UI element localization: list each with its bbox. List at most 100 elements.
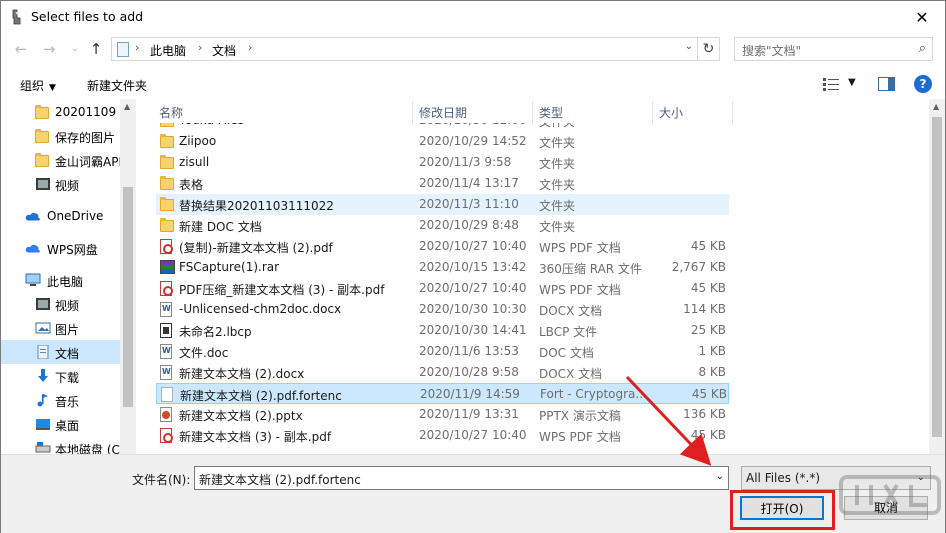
app-icon <box>12 9 21 25</box>
column-divider[interactable] <box>532 101 533 125</box>
table-row[interactable]: 新建文本文档 (2).pptx 2020/11/9 13:31 PPTX 演示文稿 1… <box>156 404 729 425</box>
nav-item-label: 图片 <box>55 323 80 337</box>
title-bar: Select files to add ✕ <box>1 1 945 33</box>
refresh-icon[interactable]: ↻ <box>698 37 720 61</box>
organize-menu[interactable]: 组织 ▼ <box>20 77 56 94</box>
nav-item-pictures[interactable]: 图片 <box>1 316 120 340</box>
file-date: 2020/10/15 13:42 <box>419 260 527 274</box>
file-size: 1 KB <box>698 344 726 358</box>
nav-item-saved-pictures[interactable]: 保存的图片 <box>1 124 120 148</box>
up-arrow-icon[interactable]: ↑ <box>86 39 106 59</box>
nav-scrollbar[interactable]: ▲ <box>120 99 136 454</box>
view-options-icon[interactable] <box>823 78 839 91</box>
help-icon[interactable]: ? <box>914 75 932 93</box>
table-row[interactable]: 新建文本文档 (2).docx 2020/10/28 9:58 DOCX 文档 8 K… <box>156 362 729 383</box>
word-file-icon <box>160 302 172 317</box>
forward-arrow-icon[interactable]: → <box>39 39 59 59</box>
nav-item-label: 视频 <box>55 179 80 193</box>
file-date: 2020/10/27 10:40 <box>419 239 527 253</box>
video-icon <box>36 178 50 190</box>
filename-value: 新建文本文档 (2).pdf.fortenc <box>199 473 361 487</box>
recent-dropdown-icon[interactable]: ⌄ <box>65 39 85 59</box>
pdf-file-icon <box>160 239 173 254</box>
file-type: 文件夹 <box>539 136 576 150</box>
cloud-icon <box>25 212 40 221</box>
column-header-date[interactable]: 修改日期 <box>419 104 467 121</box>
preview-pane-icon[interactable] <box>878 77 895 91</box>
nav-item-label: OneDrive <box>47 209 104 223</box>
nav-item-videos[interactable]: 视频 <box>1 172 120 196</box>
nav-scrollbar-thumb[interactable] <box>123 187 133 407</box>
nav-item-music[interactable]: 音乐 <box>1 388 120 412</box>
file-type: DOCX 文档 <box>539 367 603 381</box>
nav-item-20201109[interactable]: 20201109 <box>1 100 120 124</box>
file-size: 8 KB <box>698 365 726 379</box>
nav-item-local-disk[interactable]: 本地磁盘 (C <box>1 436 120 454</box>
breadcrumb-documents[interactable]: 文档 <box>212 42 236 59</box>
table-row[interactable]: 新建文本文档 (2).pdf.fortenc 2020/11/9 14:59 For… <box>156 383 729 404</box>
documents-icon <box>37 345 49 359</box>
file-date: 2020/10/27 10:40 <box>419 281 527 295</box>
nav-item-label: 20201109 <box>55 105 117 119</box>
nav-item-jinshan-api[interactable]: 金山词霸API <box>1 148 122 172</box>
new-folder-button[interactable]: 新建文件夹 <box>87 77 147 94</box>
table-row[interactable]: 新建文本文档 (3) - 副本.pdf 2020/10/27 10:40 WPS P… <box>156 425 729 446</box>
column-divider[interactable] <box>652 101 653 125</box>
nav-item-this-pc[interactable]: 此电脑 <box>1 268 120 292</box>
column-header-name[interactable]: 名称 <box>159 104 183 121</box>
table-row[interactable]: 未命名2.lbcp 2020/10/30 14:41 LBCP 文件 25 KB <box>156 320 729 341</box>
table-row[interactable]: PDF压缩_新建文本文档 (3) - 副本.pdf 2020/10/27 10:4… <box>156 278 729 299</box>
desktop-icon <box>36 419 50 430</box>
address-bar[interactable]: › 此电脑 › 文档 › ⌄ <box>111 37 698 61</box>
folder-icon <box>35 105 49 119</box>
nav-item-wps-cloud[interactable]: WPS网盘 <box>1 236 120 260</box>
file-type: DOCX 文档 <box>539 304 603 318</box>
nav-item-downloads[interactable]: 下载 <box>1 364 120 388</box>
folder-icon <box>35 129 49 143</box>
pictures-icon <box>35 322 51 334</box>
nav-item-onedrive[interactable]: OneDrive <box>1 204 120 228</box>
file-name: zisull <box>179 155 210 169</box>
table-row[interactable]: Youku Files 2020/10/30 12:00 文件夹 <box>156 123 729 131</box>
search-input[interactable]: 搜索"文档" ⌕ <box>734 37 933 61</box>
file-size: 136 KB <box>683 407 726 421</box>
chevron-right-icon: › <box>135 41 140 54</box>
table-row[interactable]: FSCapture(1).rar 2020/10/15 13:42 360压缩 RA… <box>156 257 729 278</box>
back-arrow-icon[interactable]: ← <box>11 39 31 59</box>
file-list-scrollbar-thumb[interactable] <box>932 117 942 437</box>
nav-item-label: 此电脑 <box>47 275 84 289</box>
chevron-down-icon[interactable]: ⌄ <box>685 41 693 52</box>
table-row[interactable]: (复制)-新建文本文档 (2).pdf 2020/10/27 10:40 WPS P… <box>156 236 729 257</box>
table-row[interactable]: 文件.doc 2020/11/6 13:53 DOC 文档 1 KB <box>156 341 729 362</box>
folder-icon <box>160 176 174 190</box>
file-type: LBCP 文件 <box>539 325 598 339</box>
column-divider[interactable] <box>412 101 413 125</box>
table-row[interactable]: 替换结果20201103111022 2020/11/3 11:10 文件夹 <box>156 194 729 215</box>
chevron-down-icon[interactable]: ⌄ <box>716 471 724 482</box>
scroll-up-arrow-icon[interactable]: ▲ <box>124 102 130 111</box>
column-header-type[interactable]: 类型 <box>539 104 563 121</box>
table-row[interactable]: Ziipoo 2020/10/29 14:52 文件夹 <box>156 131 729 152</box>
column-divider[interactable] <box>732 101 733 125</box>
nav-item-documents[interactable]: 文档 <box>1 340 120 364</box>
table-row[interactable]: 新建 DOC 文档 2020/10/29 8:48 文件夹 <box>156 215 729 236</box>
word-file-icon <box>160 344 172 359</box>
file-date: 2020/11/9 14:59 <box>420 387 520 401</box>
breadcrumb-this-pc[interactable]: 此电脑 <box>150 42 186 59</box>
filename-input[interactable]: 新建文本文档 (2).pdf.fortenc ⌄ <box>194 466 729 490</box>
caret-down-icon[interactable]: ▼ <box>848 77 856 88</box>
column-header-size[interactable]: 大小 <box>659 104 683 121</box>
nav-item-label: 本地磁盘 (C <box>55 443 120 454</box>
nav-item-pc-videos[interactable]: 视频 <box>1 292 120 316</box>
file-name: 新建文本文档 (3) - 副本.pdf <box>179 430 332 444</box>
close-icon[interactable]: ✕ <box>899 1 945 33</box>
table-row[interactable]: 表格 2020/11/4 13:17 文件夹 <box>156 173 729 194</box>
nav-item-desktop[interactable]: 桌面 <box>1 412 120 436</box>
file-list-scrollbar[interactable]: ▲ <box>929 99 945 454</box>
table-row[interactable]: -Unlicensed-chm2doc.docx 2020/10/30 10:30… <box>156 299 729 320</box>
table-row[interactable]: zisull 2020/11/3 9:58 文件夹 <box>156 152 729 173</box>
wps-cloud-icon <box>25 244 40 253</box>
scroll-up-arrow-icon[interactable]: ▲ <box>933 102 939 111</box>
watermark-logo <box>837 471 945 533</box>
pptx-file-icon <box>160 407 172 422</box>
